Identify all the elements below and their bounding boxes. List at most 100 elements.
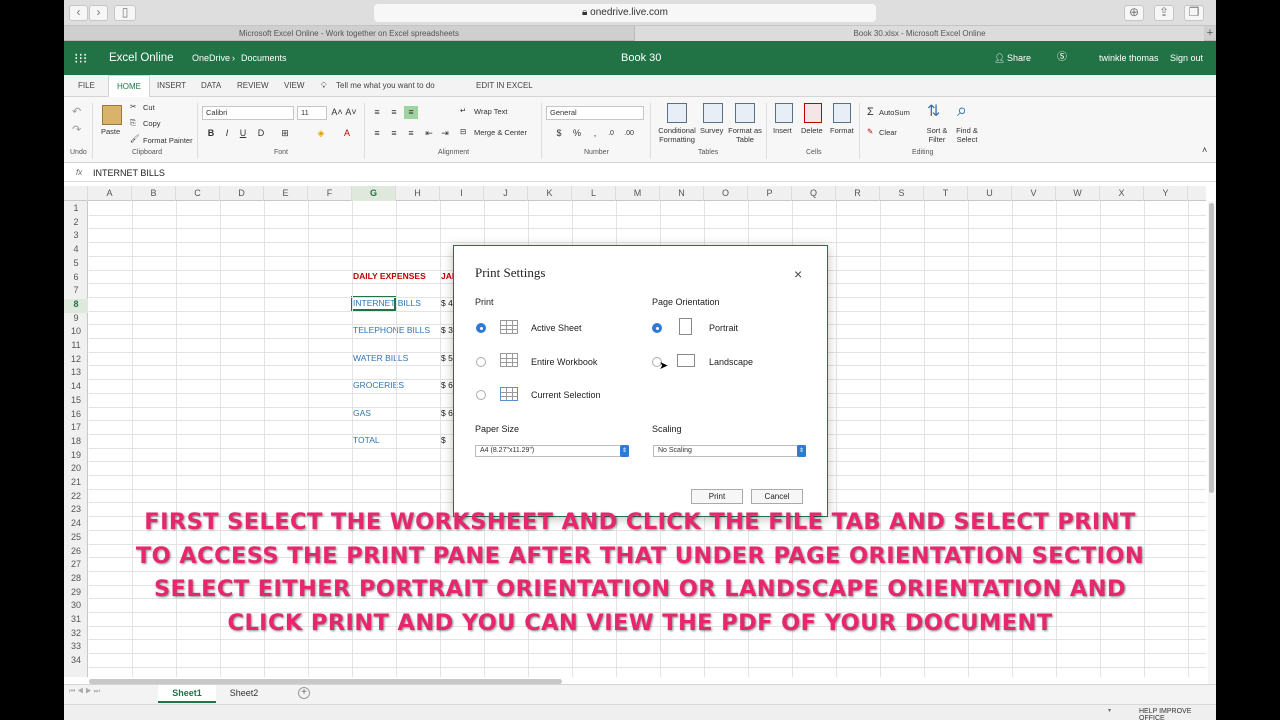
- horizontal-scrollbar[interactable]: [89, 679, 562, 684]
- format-painter-button[interactable]: Format Painter: [143, 136, 193, 145]
- column-header-p[interactable]: P: [748, 186, 792, 201]
- font-color-icon[interactable]: A: [340, 127, 354, 140]
- tab-data[interactable]: DATA: [201, 75, 221, 97]
- copy-icon[interactable]: ⎘: [130, 118, 136, 128]
- column-header-f[interactable]: F: [308, 186, 352, 201]
- tab-home[interactable]: HOME: [108, 75, 150, 98]
- wrap-text-icon[interactable]: ↵: [460, 106, 466, 115]
- format-as-table-button[interactable]: Format as Table: [727, 126, 763, 144]
- column-header-m[interactable]: M: [616, 186, 660, 201]
- grow-font-icon[interactable]: A˄: [330, 106, 344, 119]
- decrease-indent-icon[interactable]: ⇤: [422, 127, 436, 140]
- align-center-icon[interactable]: ≡: [387, 127, 401, 140]
- find-icon[interactable]: ⌕: [957, 100, 967, 121]
- document-title[interactable]: Book 30: [621, 41, 661, 75]
- column-header-s[interactable]: S: [880, 186, 924, 201]
- wrap-text-button[interactable]: Wrap Text: [474, 107, 508, 116]
- breadcrumb-documents[interactable]: Documents: [241, 41, 287, 75]
- column-header-q[interactable]: Q: [792, 186, 836, 201]
- font-size-select[interactable]: 11: [297, 106, 327, 120]
- number-format-select[interactable]: General: [546, 106, 644, 120]
- column-header-t[interactable]: T: [924, 186, 968, 201]
- radio-current-selection[interactable]: [476, 390, 486, 400]
- app-name[interactable]: Excel Online: [109, 41, 174, 75]
- label-portrait[interactable]: Portrait: [709, 323, 738, 333]
- column-header-a[interactable]: A: [88, 186, 132, 201]
- tab-file[interactable]: FILE: [78, 75, 95, 97]
- row-header-15[interactable]: 15: [64, 395, 88, 409]
- merge-center-button[interactable]: Merge & Center: [474, 128, 527, 137]
- column-header-e[interactable]: E: [264, 186, 308, 201]
- paper-size-select[interactable]: A4 (8.27"x11.29") ⇕: [475, 445, 629, 457]
- align-left-icon[interactable]: ≡: [370, 127, 384, 140]
- column-header-k[interactable]: K: [528, 186, 572, 201]
- increase-indent-icon[interactable]: ⇥: [438, 127, 452, 140]
- row-header-3[interactable]: 3: [64, 230, 88, 244]
- label-active-sheet[interactable]: Active Sheet: [531, 323, 582, 333]
- conditional-formatting-button[interactable]: Conditional Formatting: [655, 126, 699, 144]
- cut-button[interactable]: Cut: [143, 103, 155, 112]
- row-header-16[interactable]: 16: [64, 409, 88, 423]
- row-header-2[interactable]: 2: [64, 217, 88, 231]
- autosum-icon[interactable]: Σ: [867, 106, 874, 118]
- column-header-n[interactable]: N: [660, 186, 704, 201]
- column-header-h[interactable]: H: [396, 186, 440, 201]
- row-header-14[interactable]: 14: [64, 381, 88, 395]
- row-header-33[interactable]: 33: [64, 641, 88, 655]
- fill-color-icon[interactable]: ◈: [314, 127, 328, 140]
- survey-icon[interactable]: [703, 103, 723, 123]
- column-header-u[interactable]: U: [968, 186, 1012, 201]
- row-header-21[interactable]: 21: [64, 477, 88, 491]
- column-header-o[interactable]: O: [704, 186, 748, 201]
- align-middle-icon[interactable]: ≡: [387, 106, 401, 119]
- paste-icon[interactable]: [102, 105, 122, 125]
- row-header-9[interactable]: 9: [64, 313, 88, 327]
- scaling-select[interactable]: No Scaling ⇕: [653, 445, 806, 457]
- column-header-j[interactable]: J: [484, 186, 528, 201]
- sheet-nav-icons[interactable]: ⏮ ◀ ▶ ⏭: [69, 688, 100, 696]
- download-icon[interactable]: ⊕: [1124, 5, 1144, 21]
- copy-button[interactable]: Copy: [143, 119, 161, 128]
- cell-total-value[interactable]: $: [441, 435, 446, 445]
- cell-total[interactable]: TOTAL: [353, 435, 380, 445]
- italic-button[interactable]: I: [220, 127, 234, 140]
- cell-telephone-value[interactable]: $ 3: [441, 325, 453, 335]
- align-bottom-icon[interactable]: ≡: [404, 106, 418, 119]
- find-select-button[interactable]: Find & Select: [952, 126, 982, 144]
- cell-internet-bills[interactable]: INTERNET BILLS: [353, 298, 421, 308]
- row-header-12[interactable]: 12: [64, 354, 88, 368]
- label-entire-workbook[interactable]: Entire Workbook: [531, 357, 597, 367]
- column-header-c[interactable]: C: [176, 186, 220, 201]
- sort-filter-icon[interactable]: ⇅: [927, 101, 940, 121]
- formula-input[interactable]: INTERNET BILLS: [93, 168, 165, 178]
- row-header-20[interactable]: 20: [64, 463, 88, 477]
- label-current-selection[interactable]: Current Selection: [531, 390, 601, 400]
- font-name-select[interactable]: Calibri: [202, 106, 294, 120]
- column-header-b[interactable]: B: [132, 186, 176, 201]
- cut-icon[interactable]: ✂: [130, 102, 136, 111]
- share-button[interactable]: Share: [1007, 41, 1031, 75]
- column-header-d[interactable]: D: [220, 186, 264, 201]
- cell-gas-value[interactable]: $ 6: [441, 408, 453, 418]
- clear-button[interactable]: Clear: [879, 128, 897, 137]
- insert-cells-icon[interactable]: [775, 103, 793, 123]
- sheet-tab-sheet1[interactable]: Sheet1: [158, 685, 216, 703]
- row-header-5[interactable]: 5: [64, 258, 88, 272]
- browser-tab-1[interactable]: Microsoft Excel Online - Work together o…: [64, 26, 634, 41]
- close-icon[interactable]: ×: [794, 266, 802, 282]
- format-table-icon[interactable]: [735, 103, 755, 123]
- survey-button[interactable]: Survey: [700, 126, 723, 135]
- percent-button[interactable]: %: [570, 127, 584, 140]
- back-button[interactable]: ‹: [69, 5, 88, 21]
- user-name[interactable]: twinkle thomas: [1099, 41, 1159, 75]
- cell-groceries-value[interactable]: $ 6: [441, 380, 453, 390]
- column-header-g[interactable]: G: [352, 186, 396, 201]
- cell-water-bills[interactable]: WATER BILLS: [353, 353, 408, 363]
- autosum-button[interactable]: AutoSum: [879, 108, 910, 117]
- tab-view[interactable]: VIEW: [284, 75, 304, 97]
- comma-icon[interactable]: ,: [588, 127, 602, 140]
- cell-gas[interactable]: GAS: [353, 408, 371, 418]
- format-cells-icon[interactable]: [833, 103, 851, 123]
- paste-button[interactable]: Paste: [101, 127, 120, 136]
- column-header-w[interactable]: W: [1056, 186, 1100, 201]
